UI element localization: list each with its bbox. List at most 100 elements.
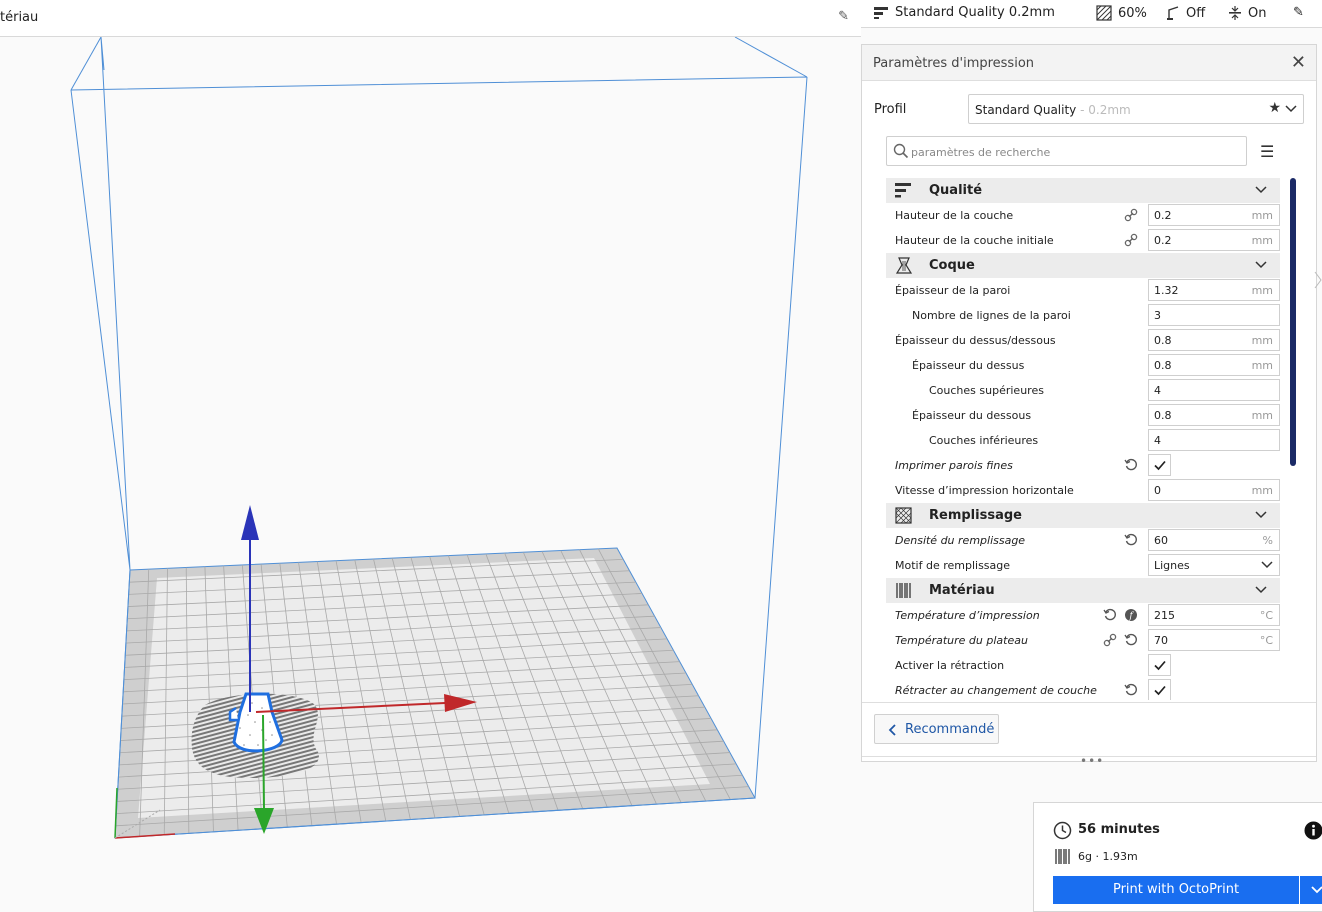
recommended-button[interactable]: Recommandé: [874, 714, 999, 744]
profile-dropdown[interactable]: Standard Quality - 0.2mm ★: [968, 94, 1304, 124]
reset-icon[interactable]: [1124, 458, 1138, 472]
field-unit: mm: [1252, 284, 1273, 297]
setting-wall-line-count: Nombre de lignes de la paroi 3: [886, 303, 1280, 328]
shell-icon: [894, 257, 914, 274]
print-setup-bar[interactable]: Standard Quality 0.2mm 60% Off On ✎: [861, 0, 1322, 28]
field-value: 70: [1154, 634, 1168, 647]
build-plate-viewport[interactable]: [0, 37, 861, 902]
top-layers-input[interactable]: 4: [1148, 379, 1280, 401]
search-input[interactable]: [909, 142, 1233, 162]
z-axis-handle[interactable]: [241, 505, 259, 540]
settings-menu-icon[interactable]: ☰: [1260, 142, 1274, 161]
chevron-down-icon: [1285, 101, 1297, 117]
infill-pattern-select[interactable]: Lignes: [1148, 554, 1280, 576]
setting-label: Hauteur de la couche initiale: [895, 234, 1054, 247]
star-icon[interactable]: ★: [1268, 100, 1281, 116]
quality-label: Standard Quality 0.2mm: [895, 5, 1055, 20]
print-options-dropdown[interactable]: [1300, 876, 1322, 904]
layer-height-input[interactable]: 0.2mm: [1148, 204, 1280, 226]
print-with-octoprint-button[interactable]: Print with OctoPrint: [1053, 876, 1299, 904]
reset-icon[interactable]: [1124, 683, 1138, 697]
quality-selector[interactable]: Standard Quality 0.2mm: [873, 5, 1055, 20]
field-value: 215: [1154, 609, 1175, 622]
category-infill[interactable]: Remplissage: [886, 503, 1280, 528]
infill-density-input[interactable]: 60%: [1148, 529, 1280, 551]
setting-label: Vitesse d’impression horizontale: [895, 484, 1074, 497]
profile-name: Standard Quality: [975, 103, 1076, 117]
setting-label: Épaisseur du dessus: [912, 359, 1024, 372]
enable-retraction-checkbox[interactable]: [1148, 654, 1171, 676]
category-material[interactable]: Matériau: [886, 578, 1280, 603]
settings-scrollbar-thumb[interactable]: [1290, 178, 1296, 466]
checkmark-icon: [1154, 685, 1166, 696]
settings-search[interactable]: [886, 136, 1247, 166]
adhesion-indicator[interactable]: On: [1228, 5, 1266, 21]
setting-label: Hauteur de la couche: [895, 209, 1013, 222]
filament-icon: [1055, 849, 1071, 864]
infill-icon: [894, 507, 914, 524]
initial-layer-height-input[interactable]: 0.2 mm: [1148, 229, 1280, 251]
setting-label: Activer la rétraction: [895, 659, 1004, 672]
wall-line-count-input[interactable]: 3: [1148, 304, 1280, 326]
setting-label: Motif de remplissage: [895, 559, 1010, 572]
field-unit: mm: [1252, 359, 1273, 372]
setting-label: Épaisseur de la paroi: [895, 284, 1010, 297]
field-value: 1.32: [1154, 284, 1179, 297]
link-icon: [1124, 208, 1138, 222]
setting-label: Température d’impression: [895, 609, 1040, 622]
edit-setup-pencil-icon[interactable]: ✎: [1293, 5, 1304, 20]
panel-header: Paramètres d'impression ✕: [862, 45, 1316, 81]
link-icon: [1103, 633, 1117, 647]
close-icon[interactable]: ✕: [1291, 52, 1306, 73]
bed-temperature-input[interactable]: 70°C: [1148, 629, 1280, 651]
category-label: Matériau: [929, 583, 995, 598]
reset-icon[interactable]: [1124, 533, 1138, 547]
bottom-thickness-input[interactable]: 0.8mm: [1148, 404, 1280, 426]
category-label: Coque: [929, 258, 975, 273]
material-icon: [894, 582, 914, 599]
setting-label: Couches inférieures: [929, 434, 1038, 447]
reset-icon[interactable]: [1124, 633, 1138, 647]
formula-icon: f: [1124, 608, 1138, 622]
bottom-layers-input[interactable]: 4: [1148, 429, 1280, 451]
field-value: 0: [1154, 484, 1161, 497]
top-bottom-thickness-input[interactable]: 0.8mm: [1148, 329, 1280, 351]
resize-grip-icon[interactable]: •••: [1080, 754, 1104, 768]
field-value: 0.2: [1154, 234, 1172, 247]
print-settings-panel: Paramètres d'impression ✕ Profil Standar…: [861, 44, 1317, 762]
support-indicator[interactable]: Off: [1166, 5, 1205, 21]
category-quality[interactable]: Qualité: [886, 178, 1280, 203]
setting-label: Épaisseur du dessus/dessous: [895, 334, 1056, 347]
retract-layer-change-checkbox[interactable]: [1148, 679, 1171, 700]
field-unit: mm: [1252, 409, 1273, 422]
setting-top-bottom-thickness: Épaisseur du dessus/dessous 0.8mm: [886, 328, 1280, 353]
panel-divider: [862, 702, 1316, 703]
info-icon[interactable]: [1304, 821, 1322, 840]
category-shell[interactable]: Coque: [886, 253, 1280, 278]
setting-infill-density: Densité du remplissage 60%: [886, 528, 1280, 553]
edit-pencil-icon[interactable]: ✎: [838, 9, 849, 24]
print-temperature-input[interactable]: 215 °C: [1148, 604, 1280, 626]
reset-icon[interactable]: [1103, 608, 1117, 622]
field-value: 0.8: [1154, 359, 1172, 372]
setting-bed-temperature: Température du plateau 70°C: [886, 628, 1280, 653]
object-header: tériau ✎: [0, 0, 861, 37]
field-unit: mm: [1252, 234, 1273, 247]
field-value: 0.2: [1154, 209, 1172, 222]
support-label: Off: [1186, 6, 1205, 21]
horizontal-speed-input[interactable]: 0mm: [1148, 479, 1280, 501]
print-thin-walls-checkbox[interactable]: [1148, 454, 1171, 476]
field-value: 3: [1154, 309, 1161, 322]
link-icon: [1124, 233, 1138, 247]
chevron-right-icon[interactable]: [1314, 270, 1322, 290]
chevron-down-icon: [1310, 885, 1322, 895]
support-icon: [1166, 5, 1180, 21]
field-unit: %: [1263, 534, 1273, 547]
infill-indicator[interactable]: 60%: [1096, 5, 1147, 21]
field-unit: °C: [1260, 609, 1273, 622]
profile-name-wrap: Standard Quality - 0.2mm: [975, 103, 1131, 117]
recommended-label: Recommandé: [905, 722, 994, 737]
wall-thickness-input[interactable]: 1.32 mm: [1148, 279, 1280, 301]
setting-bottom-layers: Couches inférieures 4: [886, 428, 1280, 453]
top-thickness-input[interactable]: 0.8 mm: [1148, 354, 1280, 376]
